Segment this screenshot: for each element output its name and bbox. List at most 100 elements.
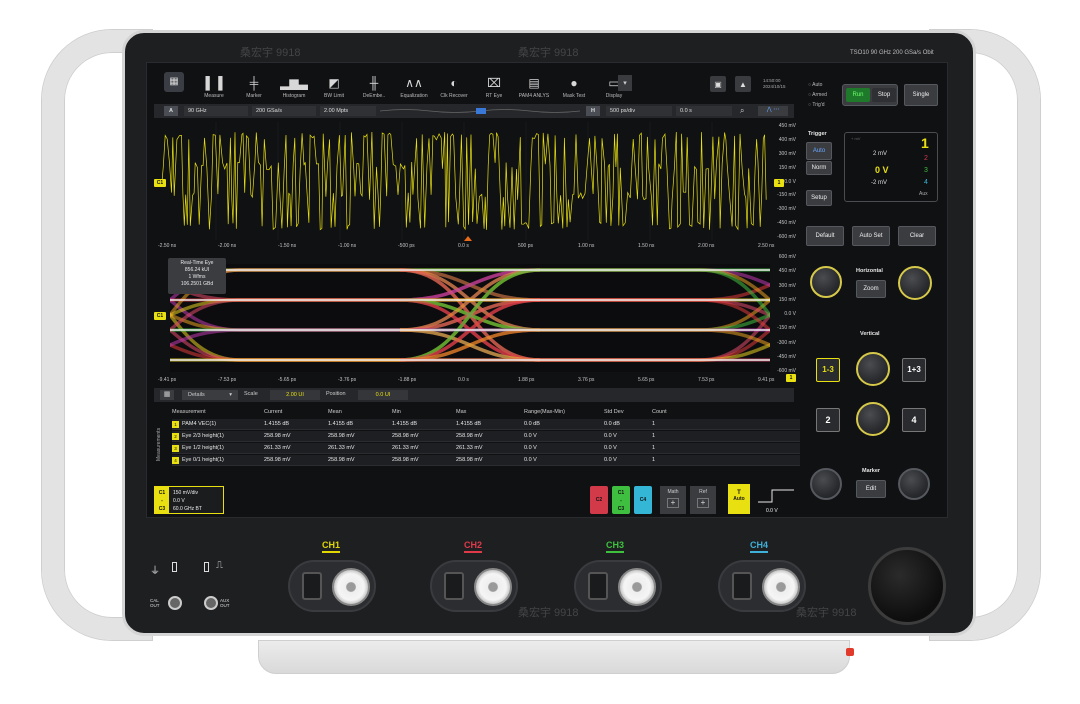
details-dropdown[interactable]: Details ▾ <box>182 390 238 400</box>
toolbar-item[interactable]: ╪ Marker <box>234 67 274 101</box>
layout-button[interactable]: ▣ <box>710 76 726 92</box>
ref-button[interactable]: Ref + <box>690 486 716 514</box>
single-button[interactable]: Single <box>904 84 938 106</box>
ch2-button[interactable]: 2 <box>816 408 840 432</box>
toolbar-item[interactable]: ● Mask Test <box>554 67 594 101</box>
position-label: Position <box>326 391 346 397</box>
grid-icon: ▦ <box>164 71 184 92</box>
default-button[interactable]: Default <box>806 226 844 246</box>
toolbar-item[interactable]: ▤ PAM4 ANLYS <box>514 67 554 101</box>
trigger-position-marker[interactable] <box>464 236 472 241</box>
notification-button[interactable]: ▲ <box>735 76 751 92</box>
channel-label-text: CH4 <box>750 540 769 550</box>
horizontal-position-knob[interactable] <box>898 266 932 300</box>
ch1-minus-3-button[interactable]: 1-3 <box>816 358 840 382</box>
marker-edit-button[interactable]: Edit <box>856 480 886 498</box>
vertical-offset-knob[interactable] <box>856 402 890 436</box>
ch1-plus-3-button[interactable]: 1+3 <box>902 358 926 382</box>
marker-icon: ╪ <box>249 76 259 90</box>
marker-label: Marker <box>862 468 881 474</box>
trigger-norm-button[interactable]: Norm <box>806 161 832 175</box>
acq-tag[interactable]: A <box>164 106 178 116</box>
toolbar-more-button[interactable]: ▾ <box>618 75 632 91</box>
watermark: 桑宏宇 9918 <box>240 47 301 59</box>
table-icon[interactable]: ▦ <box>160 390 174 400</box>
trigger-source-3[interactable]: 3 <box>924 167 928 174</box>
stop-button[interactable]: Stop <box>872 88 896 102</box>
column-header: Min <box>392 409 401 415</box>
ch4-button[interactable]: 4 <box>902 408 926 432</box>
x-tick-label: -2.50 ns <box>158 243 177 249</box>
table-cell: 1.4155 dB <box>392 421 418 427</box>
toolbar-item[interactable]: ▦ <box>154 67 194 101</box>
toolbar-item[interactable]: ⌧ RT Eye <box>474 67 514 101</box>
ch2-connector[interactable] <box>430 560 518 612</box>
ch4-connector[interactable] <box>718 560 806 612</box>
bandwidth-field[interactable]: 90 GHz <box>184 106 248 116</box>
cal-out-connector[interactable] <box>168 596 182 610</box>
position-value[interactable]: 0.0 UI <box>358 390 408 400</box>
toolbar-item[interactable]: ▂▆▃ Histogram <box>274 67 314 101</box>
rt-eye-icon: ⌧ <box>487 76 501 90</box>
trigger-source-1[interactable]: 1 <box>921 135 929 151</box>
ch2-pill[interactable]: C2 <box>590 486 608 514</box>
ch3-connector[interactable] <box>574 560 662 612</box>
search-icon[interactable]: ⌕ <box>740 106 744 116</box>
toolbar-item[interactable]: ◐ Clk Recover <box>434 67 474 101</box>
clear-button[interactable]: Clear <box>898 226 936 246</box>
table-cell: 258.98 mV <box>328 457 355 463</box>
trigger-tag[interactable]: T Auto <box>728 484 750 514</box>
table-cell: 261.33 mV <box>328 445 355 451</box>
trigger-source-2[interactable]: 2 <box>924 155 928 162</box>
ch1-minus-ch3-pill[interactable]: C1- C3 <box>612 486 630 514</box>
delay-field[interactable]: 0.0 s <box>676 106 732 116</box>
horizontal-scale-knob[interactable] <box>810 266 842 298</box>
aux-out-connector[interactable] <box>204 596 218 610</box>
zoom-button[interactable]: Zoom <box>856 280 886 298</box>
run-button[interactable]: Run <box>846 88 870 102</box>
table-row[interactable]: 2 Eye 2/3 height(1) 258.98 mV 258.98 mV 258.… <box>172 431 800 442</box>
measurement-name: PAM4 VEC(1) <box>182 421 217 427</box>
eye-right-marker[interactable]: 1 <box>786 374 796 382</box>
memory-field[interactable]: 2.00 Mpts <box>320 106 376 116</box>
table-row[interactable]: 1 PAM4 VEC(1) 1.4155 dB 1.4155 dB 1.4155 dB 1… <box>172 419 800 430</box>
scale-value[interactable]: 2.00 UI <box>270 390 320 400</box>
toolbar-item[interactable]: ╫ DeEmbe.. <box>354 67 394 101</box>
trigger-source-4[interactable]: 4 <box>924 179 928 186</box>
sample-rate-field[interactable]: 200 GSa/s <box>252 106 316 116</box>
channel-info-box[interactable]: C1- C3 150 mV/div 0.0 V 60.0 GHz BT <box>154 486 224 514</box>
channel-label-3: CH3 <box>606 540 625 553</box>
toolbar-item-label: Mask Test <box>562 93 586 99</box>
horizontal-tag[interactable]: H <box>586 106 600 116</box>
trigger-source-aux[interactable]: Aux <box>919 191 928 197</box>
eye-diagram[interactable] <box>170 264 770 372</box>
toolbar-item[interactable]: ▌▐ Measure <box>194 67 234 101</box>
trigger-setup-button[interactable]: Setup <box>806 190 832 206</box>
table-cell: 0.0 V <box>524 445 537 451</box>
square-wave-icon: ⎍ <box>216 560 223 571</box>
ch4-pill[interactable]: C4 <box>634 486 652 514</box>
ground-terminal[interactable] <box>172 562 177 572</box>
y-tick-label: 400 mV <box>778 136 796 143</box>
auto-set-button[interactable]: Auto Set <box>852 226 890 246</box>
table-row[interactable]: 4 Eye 0/1 height(1) 258.98 mV 258.98 mV 258.… <box>172 455 800 466</box>
marker-b-knob[interactable] <box>898 468 930 500</box>
vertical-scale-knob[interactable] <box>856 352 890 386</box>
memory-overview[interactable] <box>380 107 580 115</box>
multipurpose-knob[interactable] <box>868 547 946 625</box>
marker-a-knob[interactable] <box>810 468 842 500</box>
timebase-field[interactable]: 500 ps/div <box>606 106 672 116</box>
trigger-auto-button[interactable]: Auto <box>806 142 832 160</box>
ch1-connector[interactable] <box>288 560 376 612</box>
x-tick-label: -1.00 ns <box>338 243 357 249</box>
probe-comp-terminal[interactable] <box>204 562 209 572</box>
toolbar-item[interactable]: ∧∧ Equalization <box>394 67 434 101</box>
toolbar-item[interactable]: ◩ BW Limit <box>314 67 354 101</box>
math-button[interactable]: Math + <box>660 486 686 514</box>
zoom-mode-icon[interactable]: ⋀ ⋯ <box>758 106 788 116</box>
table-row[interactable]: 3 Eye 1/2 height(1) 261.33 mV 261.33 mV 261.… <box>172 443 800 454</box>
y-tick-label: -150 mV <box>777 192 796 199</box>
ch1-offset-marker[interactable]: C1 <box>154 179 166 187</box>
eye-channel-marker[interactable]: C1 <box>154 312 166 320</box>
waveform-plot[interactable] <box>154 122 774 240</box>
